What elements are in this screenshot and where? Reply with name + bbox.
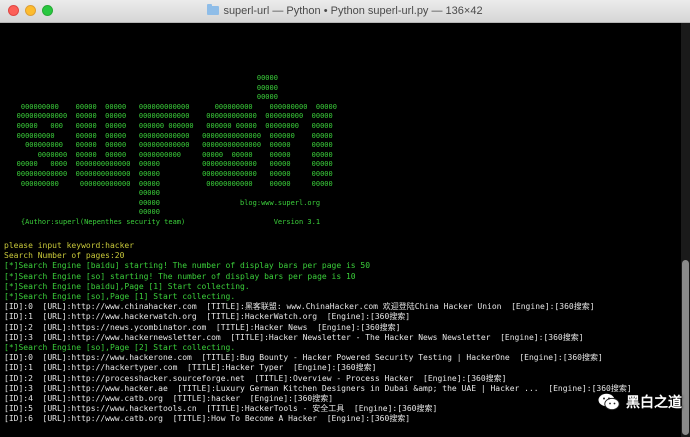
output-line: [ID]:6 [URL]:http://www.catb.org [TITLE]… [4,414,411,424]
output-line: [ID]:2 [URL]:https://news.ycombinator.co… [4,322,401,332]
window-title-wrap: superl-url — Python • Python superl-url.… [0,0,690,22]
terminal-window: superl-url — Python • Python superl-url.… [0,0,690,437]
output-line: [ID]:0 [URL]:http://www.chinahacker.com … [4,302,595,312]
output-line: [ID]:0 [URL]:https://www.hackerone.com [… [4,353,603,363]
scrollbar-thumb[interactable] [682,260,689,435]
watermark-text: 黑白之道 [626,394,682,410]
output-line: [*]Search Engine [baidu],Page [1] Start … [4,281,250,291]
output-line: [ID]:4 [URL]:http://www.catb.org [TITLE]… [4,394,334,404]
output-line: [ID]:2 [URL]:http://processhacker.source… [4,373,507,383]
output-line: [*]Search Engine [so] starting! The numb… [4,271,356,281]
output-lines: please input keyword:hacker Search Number… [4,241,632,425]
output-line: [ID]:5 [URL]:https://www.hackertools.cn … [4,404,438,414]
output-line: [*]Search Engine [so],Page [2] Start col… [4,343,236,353]
scrollbar-track[interactable] [681,23,690,437]
ascii-banner: 00000 00000 00000 000000000 00000 00000 … [16,74,337,226]
terminal-output[interactable]: 00000 00000 00000 000000000 00000 00000 … [0,23,681,437]
watermark: 黑白之道 [598,389,682,415]
output-line: [ID]:3 [URL]:http://www.hackernewsletter… [4,332,584,342]
output-line: [ID]:3 [URL]:http://www.hacker.ae [TITLE… [4,383,632,393]
output-line: [ID]:1 [URL]:http://hackertyper.com [TIT… [4,363,377,373]
output-line: [*]Search Engine [baidu] starting! The n… [4,261,371,271]
output-line: [ID]:1 [URL]:http://www.hackerwatch.org … [4,312,411,322]
output-line: [*]Search Engine [so],Page [1] Start col… [4,292,236,302]
wechat-icon [598,393,620,411]
output-line: please input keyword:hacker [4,241,135,250]
folder-icon [207,4,220,15]
output-line: Search Number of pages:20 [4,251,125,261]
title-bar[interactable]: superl-url — Python • Python superl-url.… [0,0,690,23]
window-title: superl-url — Python • Python superl-url.… [223,5,483,17]
